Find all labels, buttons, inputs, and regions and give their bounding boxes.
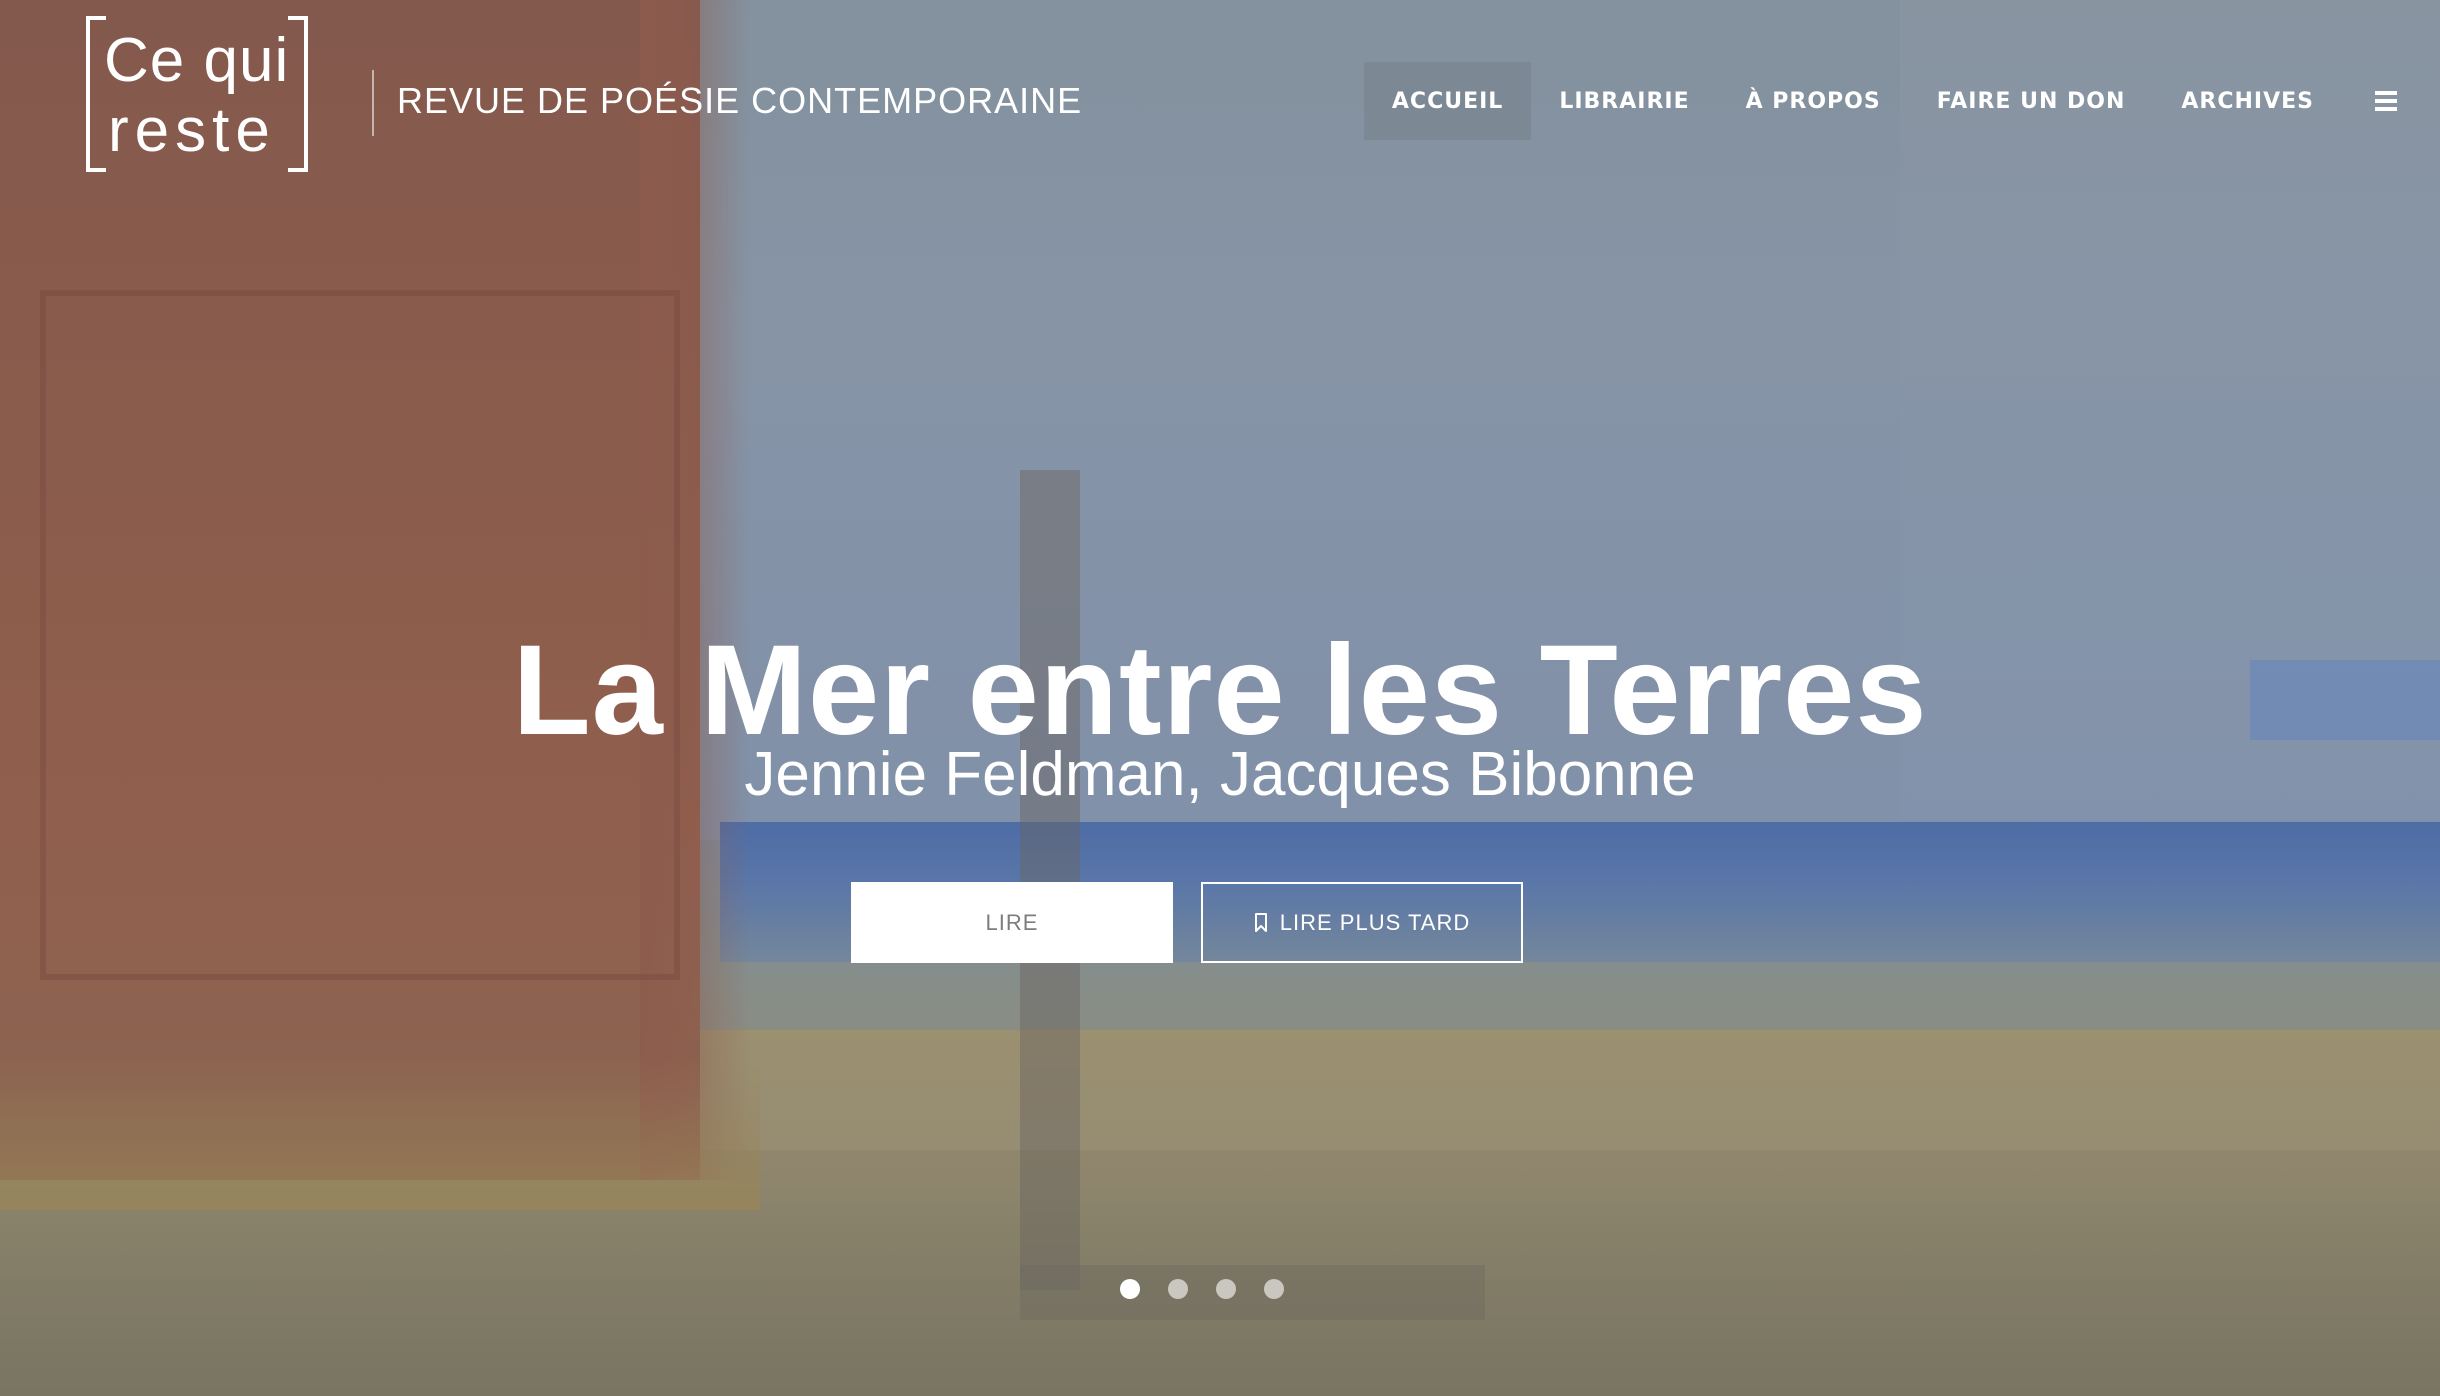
read-later-button[interactable]: LIRE PLUS TARD [1201, 882, 1523, 963]
carousel-dots [1120, 1279, 1284, 1299]
hamburger-icon [2375, 91, 2397, 111]
header-divider [372, 70, 374, 136]
read-later-button-label: LIRE PLUS TARD [1279, 909, 1471, 935]
carousel-dot-2[interactable] [1168, 1279, 1188, 1299]
logo-left-bracket [86, 16, 106, 172]
nav-item-faire-un-don[interactable]: FAIRE UN DON [1909, 62, 2154, 140]
logo-text-line2: reste [108, 96, 276, 165]
logo-text-line1: Ce qui [104, 26, 290, 95]
nav-item-archives[interactable]: ARCHIVES [2153, 62, 2342, 140]
site-header: Ce qui reste REVUE DE POÉSIE CONTEMPORAI… [0, 0, 2440, 200]
read-button-label: LIRE [985, 909, 1039, 935]
carousel-dot-4[interactable] [1264, 1279, 1284, 1299]
bookmark-icon [1254, 912, 1267, 932]
nav-item-a-propos[interactable]: À PROPOS [1718, 62, 1909, 140]
hero-section: Ce qui reste REVUE DE POÉSIE CONTEMPORAI… [0, 0, 2440, 1396]
site-logo[interactable]: Ce qui reste [86, 16, 308, 176]
carousel-dot-1[interactable] [1120, 1279, 1140, 1299]
nav-item-librairie[interactable]: LIBRAIRIE [1531, 62, 1717, 140]
menu-button[interactable] [2352, 62, 2420, 140]
site-tagline: REVUE DE POÉSIE CONTEMPORAINE [397, 80, 1083, 121]
read-button[interactable]: LIRE [851, 882, 1173, 963]
nav-item-accueil[interactable]: ACCUEIL [1363, 62, 1532, 140]
main-nav: ACCUEIL LIBRAIRIE À PROPOS FAIRE UN DON … [1363, 62, 2440, 140]
hero-authors: Jennie Feldman, Jacques Bibonne [744, 740, 1696, 809]
carousel-dot-3[interactable] [1216, 1279, 1236, 1299]
